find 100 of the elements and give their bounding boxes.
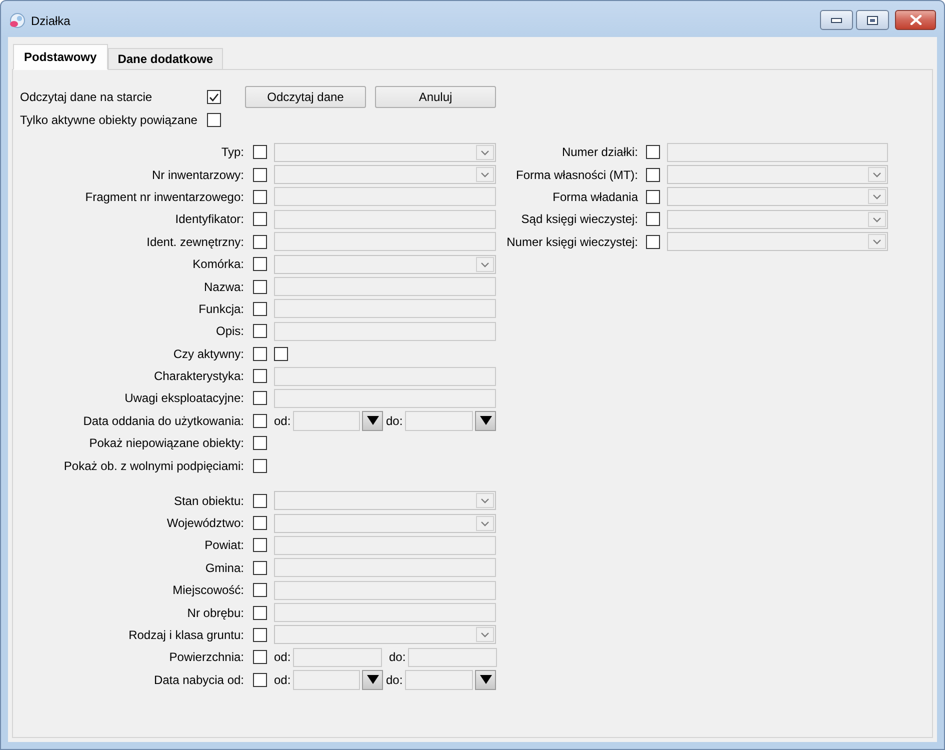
number-field[interactable]	[408, 648, 497, 667]
checkbox[interactable]	[253, 234, 267, 249]
from-label: od:	[274, 672, 291, 687]
to-label: do:	[386, 414, 403, 428]
minimize-button[interactable]	[820, 10, 853, 30]
dropdown-field[interactable]	[667, 165, 888, 184]
window-title: Działka	[31, 14, 70, 29]
checkbox[interactable]	[253, 346, 267, 361]
field-label: Forma władania	[552, 190, 638, 204]
checkbox[interactable]	[253, 391, 267, 406]
chevron-down-icon	[868, 189, 886, 204]
text-field[interactable]	[274, 187, 496, 206]
checkbox[interactable]	[253, 436, 267, 450]
dropdown-field[interactable]	[274, 165, 496, 184]
dropdown-field[interactable]	[274, 142, 496, 162]
chevron-down-icon	[476, 167, 494, 182]
dropdown-field[interactable]	[667, 187, 888, 206]
close-icon	[910, 15, 922, 25]
app-icon	[9, 13, 25, 29]
checkbox[interactable]	[253, 212, 267, 226]
number-field[interactable]	[293, 648, 382, 667]
dropdown-field[interactable]	[274, 514, 496, 533]
text-field[interactable]	[274, 210, 496, 229]
dialog-button[interactable]: Anuluj	[375, 86, 496, 108]
text-field[interactable]	[274, 388, 496, 408]
dialog-button[interactable]: Odczytaj dane	[245, 86, 366, 108]
dropdown-field[interactable]	[274, 254, 496, 274]
field-label: Stan obiektu:	[174, 494, 244, 508]
checkbox[interactable]	[646, 168, 660, 182]
checkbox[interactable]	[274, 346, 288, 361]
text-field[interactable]	[274, 322, 496, 341]
caret-down-icon	[480, 416, 492, 426]
checkbox[interactable]	[253, 145, 267, 160]
checkbox[interactable]	[207, 113, 221, 127]
text-field[interactable]	[274, 299, 496, 318]
text-field[interactable]	[274, 580, 496, 600]
checkbox[interactable]	[253, 516, 267, 530]
checkbox[interactable]	[253, 672, 267, 687]
field-label: Pokaż ob. z wolnymi podpięciami:	[64, 458, 244, 473]
checkbox[interactable]	[253, 190, 267, 204]
dropdown-field[interactable]	[274, 491, 496, 510]
dropdown-button[interactable]	[362, 670, 383, 690]
checkbox[interactable]	[253, 583, 267, 598]
date-field[interactable]	[293, 670, 360, 690]
field-label: Gmina:	[205, 560, 244, 575]
dropdown-field[interactable]	[274, 625, 496, 644]
from-label: od:	[274, 650, 291, 664]
field-label: Nr inwentarzowy:	[152, 168, 244, 182]
dropdown-button[interactable]	[362, 410, 383, 431]
field-label: Typ:	[221, 145, 244, 160]
checkbox[interactable]	[646, 190, 660, 204]
checkbox[interactable]	[253, 458, 267, 473]
field-label: Numer księgi wieczystej:	[506, 234, 638, 249]
checkbox[interactable]	[253, 168, 267, 182]
checkbox[interactable]	[253, 302, 267, 316]
field-label: Forma własności (MT):	[516, 168, 638, 182]
date-field[interactable]	[405, 670, 473, 690]
field-label: Data nabycia od:	[154, 672, 244, 687]
dropdown-field[interactable]	[667, 232, 888, 252]
option-label: Tylko aktywne obiekty powiązane	[20, 113, 198, 127]
text-field[interactable]	[274, 603, 496, 622]
field-label: Numer działki:	[562, 145, 638, 160]
maximize-button[interactable]	[856, 10, 889, 30]
checkbox[interactable]	[646, 212, 660, 226]
checkbox[interactable]	[253, 628, 267, 642]
chevron-down-icon	[868, 167, 886, 182]
dropdown-field[interactable]	[667, 210, 888, 229]
field-label: Funkcja:	[198, 302, 244, 316]
checkbox[interactable]	[253, 560, 267, 575]
checkbox[interactable]	[253, 538, 267, 552]
checkbox[interactable]	[253, 324, 267, 338]
field-label: Data oddania do użytkowania:	[83, 414, 244, 428]
close-button[interactable]	[895, 10, 936, 30]
checkbox[interactable]	[646, 145, 660, 160]
chevron-down-icon	[476, 516, 494, 531]
checkbox[interactable]	[253, 650, 267, 664]
dropdown-button[interactable]	[475, 410, 496, 431]
checkbox[interactable]	[646, 234, 660, 249]
text-field[interactable]	[274, 366, 496, 386]
checkbox[interactable]	[253, 494, 267, 508]
text-field[interactable]	[274, 536, 496, 555]
text-field[interactable]	[274, 558, 496, 578]
chevron-down-icon	[476, 493, 494, 508]
text-field[interactable]	[667, 142, 888, 162]
date-field[interactable]	[293, 410, 360, 431]
maximize-icon	[867, 16, 878, 24]
checkbox[interactable]	[253, 414, 267, 428]
tab[interactable]: Dane dodatkowe	[108, 48, 224, 70]
text-field[interactable]	[274, 232, 496, 252]
checkbox[interactable]	[253, 369, 267, 384]
text-field[interactable]	[274, 277, 496, 296]
from-label: od:	[274, 414, 291, 428]
chevron-down-icon	[476, 627, 494, 642]
dropdown-button[interactable]	[475, 670, 496, 690]
checkbox[interactable]	[253, 606, 267, 620]
date-field[interactable]	[405, 410, 473, 431]
checkbox[interactable]	[253, 280, 267, 294]
checkbox[interactable]	[207, 90, 221, 104]
checkbox[interactable]	[253, 257, 267, 272]
tab[interactable]: Podstawowy	[13, 44, 108, 70]
